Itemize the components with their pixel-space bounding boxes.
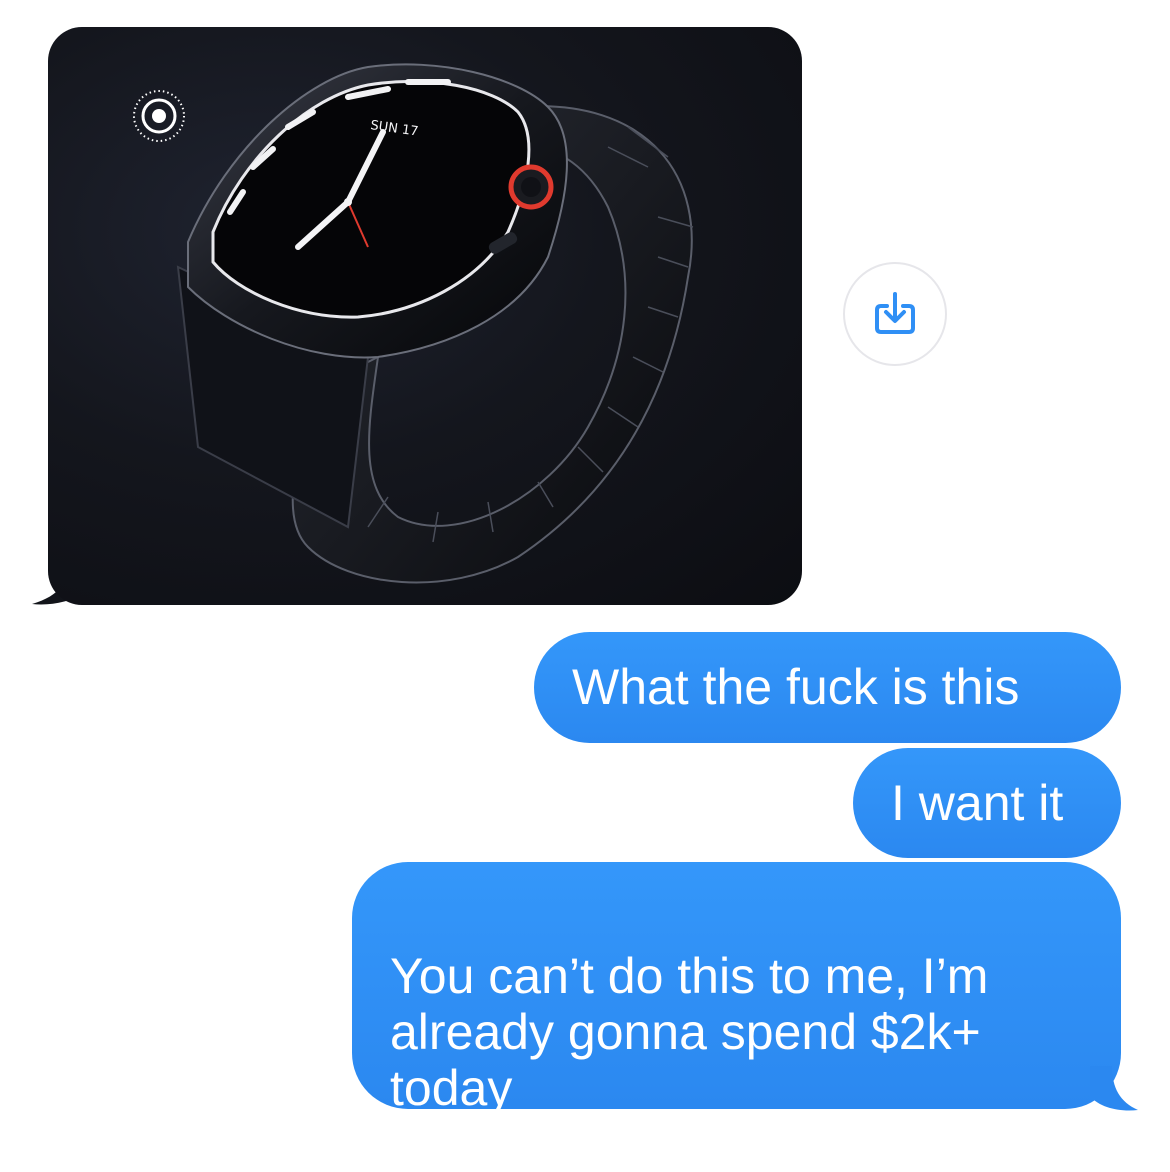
message-text: You can’t do this to me, I’m already gon… [390,948,989,1116]
outgoing-message[interactable]: You can’t do this to me, I’m already gon… [352,862,1121,1116]
message-text: I want it [891,775,1064,831]
incoming-image-message[interactable]: SUN 17 [48,27,802,605]
outgoing-message[interactable]: What the fuck is this [534,632,1121,743]
outgoing-message[interactable]: I want it [853,748,1121,858]
message-thread: SUN 17 What the fuck is this I want it Y… [0,0,1170,1129]
message-text: What the fuck is this [572,659,1020,715]
outgoing-bubble-tail [1090,1066,1138,1111]
save-image-button[interactable] [843,262,947,366]
save-download-icon [875,292,915,334]
live-photo-icon[interactable] [131,88,187,144]
